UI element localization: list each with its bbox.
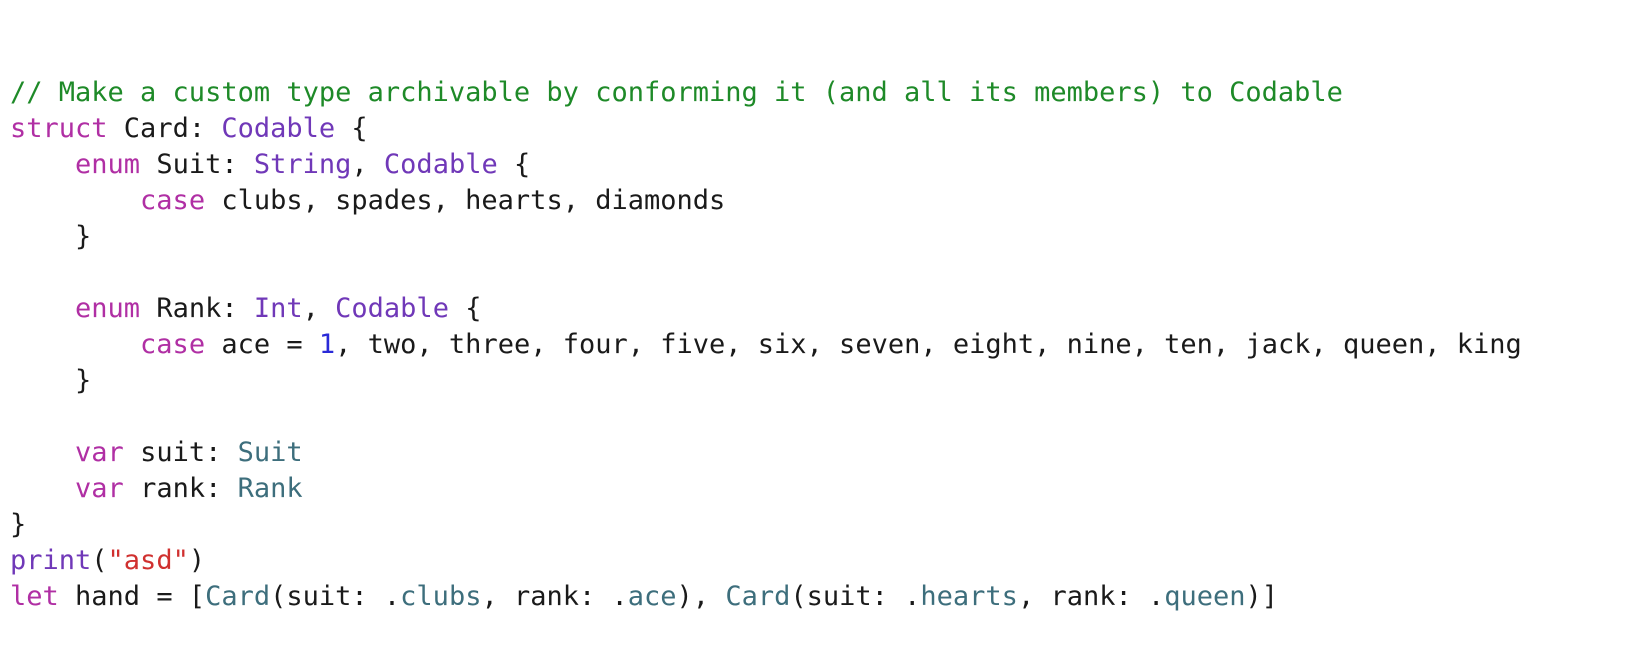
- code-token-comment: // Make a custom type archivable by conf…: [10, 77, 1343, 108]
- code-token-plain: (suit: .: [270, 581, 401, 612]
- code-token-plain: {: [448, 293, 482, 324]
- code-token-plain: ): [188, 545, 206, 576]
- code-token-type: Codable: [221, 113, 336, 144]
- code-line[interactable]: }: [10, 507, 1652, 543]
- code-token-plain: ),: [676, 581, 726, 612]
- code-token-plain: }: [10, 509, 27, 540]
- code-token-plain: clubs, spades, hearts, diamonds: [205, 185, 726, 216]
- code-token-keyword: case: [140, 185, 206, 216]
- code-lines: // Make a custom type archivable by conf…: [10, 75, 1652, 615]
- code-token-type: String: [253, 149, 352, 180]
- code-token-plain: )]: [1245, 581, 1279, 612]
- code-token-usertype: ace: [627, 581, 677, 612]
- code-token-plain: Card:: [107, 113, 222, 144]
- code-token-plain: }: [10, 365, 92, 396]
- code-token-usertype: hearts: [920, 581, 1018, 612]
- code-line[interactable]: var suit: Suit: [10, 435, 1652, 471]
- code-editor[interactable]: // Make a custom type archivable by conf…: [0, 0, 1652, 612]
- code-token-plain: , two, three, four, five, six, seven, ei…: [335, 329, 1522, 360]
- code-token-usertype: clubs: [400, 581, 482, 612]
- code-token-usertype: Card: [725, 581, 791, 612]
- code-line[interactable]: let hand = [Card(suit: .clubs, rank: .ac…: [10, 579, 1652, 615]
- code-line[interactable]: var rank: Rank: [10, 471, 1652, 507]
- code-line[interactable]: enum Rank: Int, Codable {: [10, 291, 1652, 327]
- code-token-plain: {: [497, 149, 531, 180]
- code-line[interactable]: struct Card: Codable {: [10, 111, 1652, 147]
- code-token-usertype: Suit: [237, 437, 303, 468]
- code-token-usertype: Rank: [237, 473, 303, 504]
- code-token-keyword: enum: [75, 149, 141, 180]
- code-token-plain: hand = [: [58, 581, 206, 612]
- code-token-keyword: var: [75, 473, 124, 504]
- code-token-plain: }: [10, 221, 92, 252]
- code-token-number: 1: [318, 329, 336, 360]
- code-token-keyword: struct: [10, 113, 108, 144]
- code-line[interactable]: [10, 399, 1652, 435]
- code-line[interactable]: [10, 255, 1652, 291]
- code-token-keyword: let: [10, 581, 59, 612]
- code-line[interactable]: }: [10, 219, 1652, 255]
- code-token-plain: rank:: [123, 473, 238, 504]
- code-token-plain: Rank:: [140, 293, 254, 324]
- code-token-plain: ,: [302, 293, 336, 324]
- code-token-keyword: var: [75, 437, 124, 468]
- code-token-keyword: case: [140, 329, 206, 360]
- code-line[interactable]: case ace = 1, two, three, four, five, si…: [10, 327, 1652, 363]
- code-token-plain: ace =: [205, 329, 319, 360]
- code-token-plain: (suit: .: [790, 581, 921, 612]
- code-token-type: Int: [253, 293, 303, 324]
- code-token-plain: ,: [351, 149, 384, 180]
- code-token-keyword: enum: [75, 293, 141, 324]
- code-token-plain: , rank: .: [1017, 581, 1165, 612]
- code-token-plain: Suit:: [140, 149, 254, 180]
- code-token-plain: , rank: .: [481, 581, 628, 612]
- code-token-plain: suit:: [123, 437, 238, 468]
- code-token-type: Codable: [335, 293, 449, 324]
- code-token-usertype: Card: [205, 581, 271, 612]
- code-token-type: print: [10, 545, 92, 576]
- code-token-usertype: queen: [1164, 581, 1246, 612]
- code-line[interactable]: enum Suit: String, Codable {: [10, 147, 1652, 183]
- code-line[interactable]: print("asd"): [10, 543, 1652, 579]
- code-line[interactable]: }: [10, 363, 1652, 399]
- code-line[interactable]: case clubs, spades, hearts, diamonds: [10, 183, 1652, 219]
- code-token-string: "asd": [107, 545, 189, 576]
- code-token-plain: (: [91, 545, 108, 576]
- code-token-type: Codable: [383, 149, 498, 180]
- code-token-plain: {: [335, 113, 368, 144]
- code-line[interactable]: // Make a custom type archivable by conf…: [10, 75, 1652, 111]
